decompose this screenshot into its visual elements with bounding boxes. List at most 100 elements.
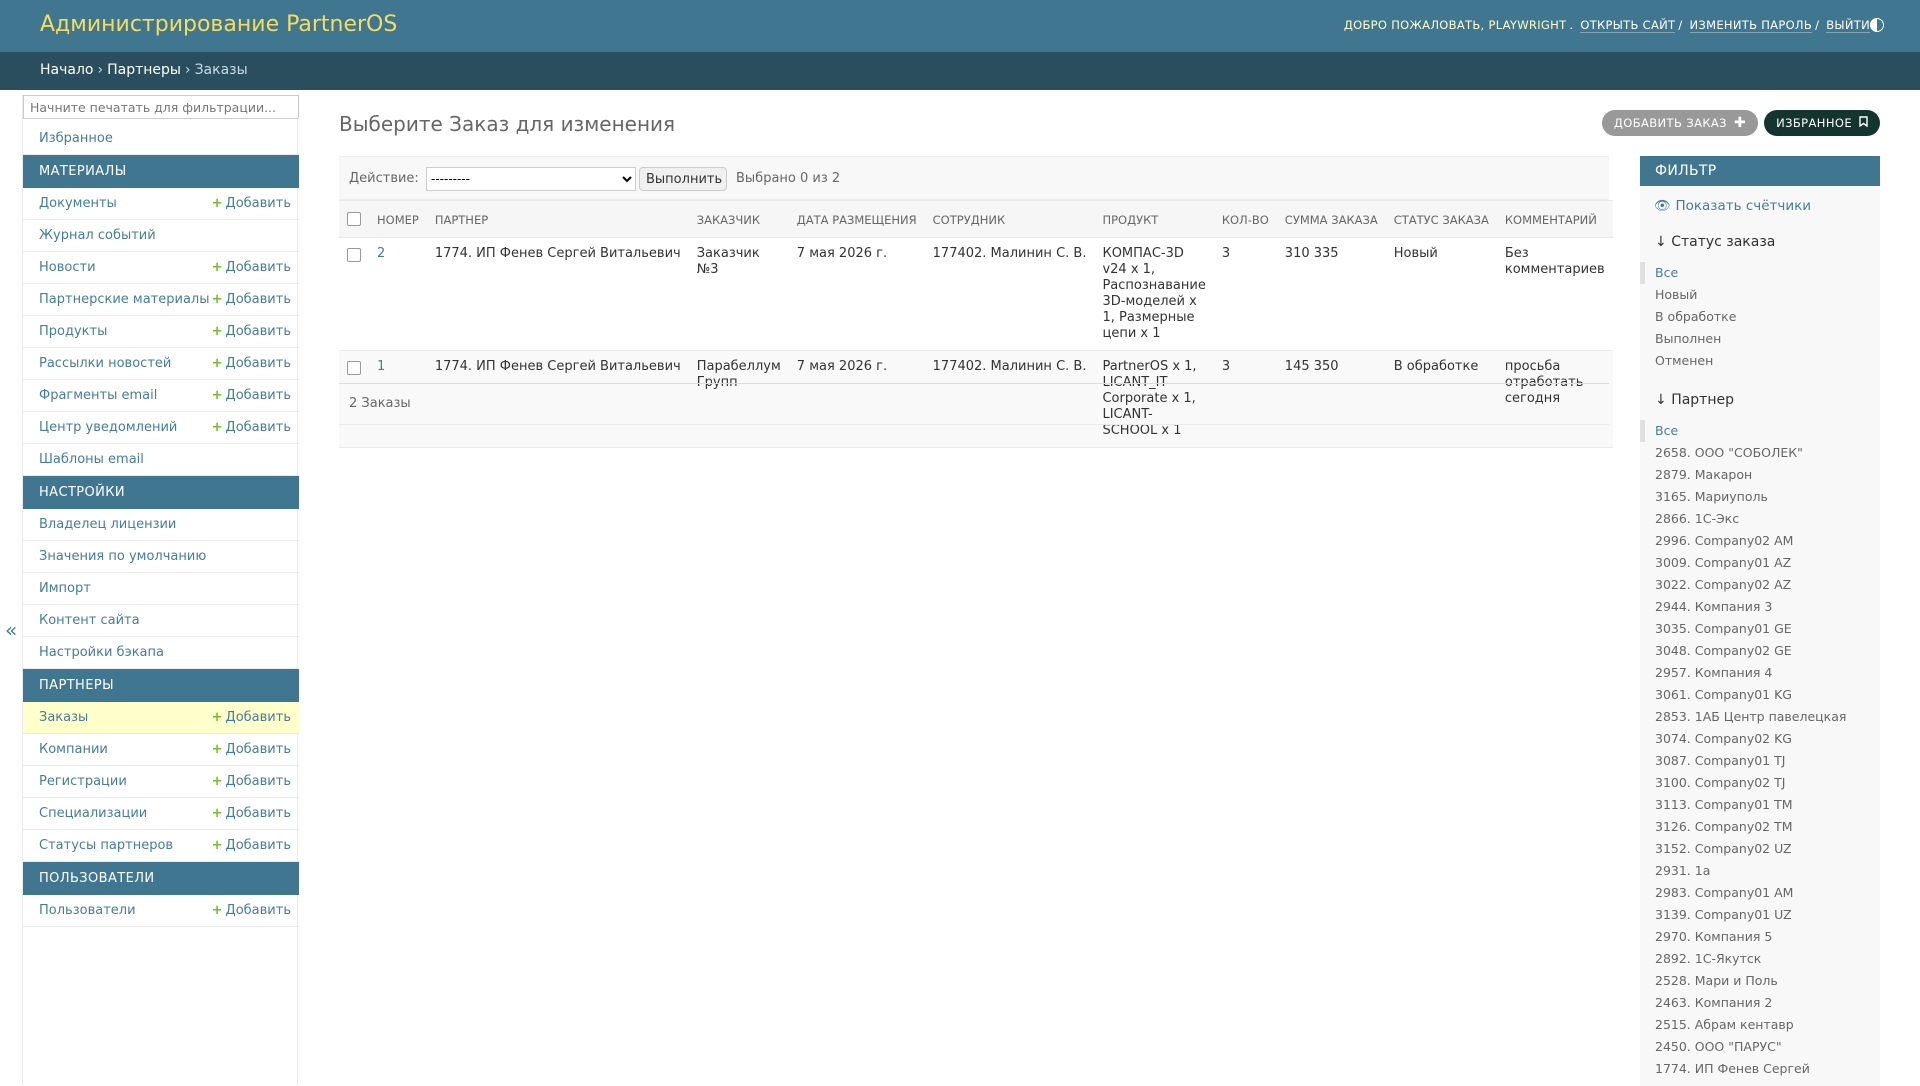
sidebar-item[interactable]: Пользователи + Добавить bbox=[23, 895, 299, 927]
partner-filter-option[interactable]: 3061. Company01 KG bbox=[1640, 684, 1880, 706]
view-site-link[interactable]: Открыть сайт bbox=[1580, 18, 1676, 33]
sidebar-item[interactable]: Статусы партнеров + Добавить bbox=[23, 830, 299, 862]
sidebar-add-link[interactable]: + Добавить bbox=[212, 766, 291, 798]
sidebar-item-label[interactable]: Центр уведомлений bbox=[39, 412, 177, 444]
sidebar-item[interactable]: Журнал событий bbox=[23, 220, 299, 252]
sidebar-item-label[interactable]: Настройки бэкапа bbox=[39, 637, 164, 669]
sidebar-add-link[interactable]: + Добавить bbox=[212, 895, 291, 927]
column-header[interactable]: Сумма заказа bbox=[1276, 200, 1386, 238]
sidebar-item-favorites[interactable]: Избранное bbox=[23, 123, 299, 155]
run-action-button[interactable]: Выполнить bbox=[639, 167, 727, 191]
partner-filter-option[interactable]: 1774. ИП Фенев Сергей bbox=[1640, 1058, 1880, 1080]
sidebar-item-label[interactable]: Избранное bbox=[39, 123, 113, 155]
sidebar-item-label[interactable]: Продукты bbox=[39, 316, 107, 348]
partner-filter-option[interactable]: 3126. Company02 TM bbox=[1640, 816, 1880, 838]
sidebar-item-label[interactable]: Контент сайта bbox=[39, 605, 140, 637]
sidebar-item-label[interactable]: Заказы bbox=[39, 702, 88, 734]
partner-filter-option[interactable]: 2957. Компания 4 bbox=[1640, 662, 1880, 684]
sidebar-item[interactable]: Регистрации + Добавить bbox=[23, 766, 299, 798]
logout-link[interactable]: Выйти bbox=[1826, 18, 1870, 33]
favorites-button[interactable]: Избранное bbox=[1764, 110, 1880, 136]
partner-filter-option[interactable]: 3139. Company01 UZ bbox=[1640, 904, 1880, 926]
sidebar-item[interactable]: Документы + Добавить bbox=[23, 188, 299, 220]
sidebar-add-link[interactable]: + Добавить bbox=[212, 734, 291, 766]
sidebar-section-caption[interactable]: Партнеры bbox=[23, 669, 299, 702]
sidebar-item[interactable]: Фрагменты email + Добавить bbox=[23, 380, 299, 412]
partner-filter-option[interactable]: 3165. Мариуполь bbox=[1640, 486, 1880, 508]
partner-filter-option[interactable]: 3074. Company02 KG bbox=[1640, 728, 1880, 750]
sidebar-item[interactable]: Новости + Добавить bbox=[23, 252, 299, 284]
partner-filter-option[interactable]: 2463. Компания 2 bbox=[1640, 992, 1880, 1014]
partner-filter-option[interactable]: 3113. Company01 TM bbox=[1640, 794, 1880, 816]
partner-filter-option[interactable]: 2996. Company02 AM bbox=[1640, 530, 1880, 552]
column-header[interactable]: Продукт bbox=[1094, 200, 1214, 238]
partner-filter-option[interactable]: 3009. Company01 AZ bbox=[1640, 552, 1880, 574]
order-number-link[interactable]: 2 bbox=[377, 246, 385, 261]
sidebar-add-link[interactable]: + Добавить bbox=[212, 798, 291, 830]
sidebar-add-link[interactable]: + Добавить bbox=[212, 412, 291, 444]
show-counts-link[interactable]: 👁 Показать счётчики bbox=[1654, 198, 1811, 214]
partner-filter-option[interactable]: 2658. ООО "СОБОЛЕК" bbox=[1640, 442, 1880, 464]
sidebar-item-label[interactable]: Журнал событий bbox=[39, 220, 156, 252]
column-header[interactable]: Партнер bbox=[426, 200, 689, 238]
action-select[interactable]: --------- bbox=[426, 167, 636, 191]
partner-filter-option[interactable]: 2528. Мари и Поль bbox=[1640, 970, 1880, 992]
status-filter-option[interactable]: Выполнен bbox=[1640, 328, 1880, 350]
row-checkbox[interactable] bbox=[347, 361, 361, 375]
sidebar-item-label[interactable]: Специализации bbox=[39, 798, 147, 830]
change-password-link[interactable]: Изменить пароль bbox=[1689, 18, 1813, 33]
sidebar-add-link[interactable]: + Добавить bbox=[212, 348, 291, 380]
sidebar-item-label[interactable]: Документы bbox=[39, 188, 117, 220]
status-filter-option[interactable]: Отменен bbox=[1640, 350, 1880, 372]
partner-filter-option[interactable]: 2983. Company01 AM bbox=[1640, 882, 1880, 904]
sidebar-item[interactable]: Компании + Добавить bbox=[23, 734, 299, 766]
order-number-link[interactable]: 1 bbox=[377, 359, 385, 374]
sidebar-item[interactable]: Значения по умолчанию bbox=[23, 541, 299, 573]
partner-filter-option[interactable]: 3087. Company01 TJ bbox=[1640, 750, 1880, 772]
partner-filter-option[interactable]: 3152. Company02 UZ bbox=[1640, 838, 1880, 860]
sidebar-item-label[interactable]: Рассылки новостей bbox=[39, 348, 171, 380]
column-header[interactable]: Дата размещения bbox=[788, 200, 925, 238]
sidebar-add-link[interactable]: + Добавить bbox=[212, 830, 291, 862]
sidebar-item[interactable]: Центр уведомлений + Добавить bbox=[23, 412, 299, 444]
partner-filter-option[interactable]: 2866. 1С-Экс bbox=[1640, 508, 1880, 530]
status-filter-option[interactable]: В обработке bbox=[1640, 306, 1880, 328]
sidebar-item[interactable]: Специализации + Добавить bbox=[23, 798, 299, 830]
sidebar-section-caption[interactable]: Пользователи bbox=[23, 862, 299, 895]
status-filter-option[interactable]: Новый bbox=[1640, 284, 1880, 306]
column-header[interactable]: Заказчик bbox=[688, 200, 789, 238]
status-filter-option[interactable]: Все bbox=[1640, 262, 1880, 284]
theme-toggle-icon[interactable] bbox=[1870, 18, 1884, 32]
column-header[interactable]: Кол-во bbox=[1213, 200, 1277, 238]
partner-filter-option[interactable]: 2970. Компания 5 bbox=[1640, 926, 1880, 948]
sidebar-add-link[interactable]: + Добавить bbox=[212, 284, 291, 316]
partner-filter-title[interactable]: ↓ Партнер bbox=[1655, 392, 1734, 408]
column-header[interactable]: Сотрудник bbox=[924, 200, 1095, 238]
sidebar-add-link[interactable]: + Добавить bbox=[212, 188, 291, 220]
partner-filter-option[interactable]: 3048. Company02 GE bbox=[1640, 640, 1880, 662]
status-filter-title[interactable]: ↓ Статус заказа bbox=[1655, 234, 1775, 250]
sidebar-section-caption[interactable]: Настройки bbox=[23, 476, 299, 509]
partner-filter-option[interactable]: 2853. 1АБ Центр павелецкая bbox=[1640, 706, 1880, 728]
partner-filter-option[interactable]: 2515. Абрам кентавр bbox=[1640, 1014, 1880, 1036]
breadcrumb-partners[interactable]: Партнеры bbox=[107, 62, 181, 78]
sidebar-item-label[interactable]: Значения по умолчанию bbox=[39, 541, 206, 573]
site-title[interactable]: Администрирование PartnerOS bbox=[40, 12, 397, 37]
sidebar-section-caption[interactable]: Материалы bbox=[23, 155, 299, 188]
sidebar-item[interactable]: Настройки бэкапа bbox=[23, 637, 299, 669]
sidebar-item[interactable]: Партнерские материалы + Добавить bbox=[23, 284, 299, 316]
sidebar-item-label[interactable]: Регистрации bbox=[39, 766, 127, 798]
sidebar-item[interactable]: Импорт bbox=[23, 573, 299, 605]
partner-filter-option[interactable]: 3035. Company01 GE bbox=[1640, 618, 1880, 640]
sidebar-add-link[interactable]: + Добавить bbox=[212, 316, 291, 348]
sidebar-item-label[interactable]: Фрагменты email bbox=[39, 380, 157, 412]
sidebar-item[interactable]: Заказы + Добавить bbox=[23, 702, 299, 734]
sidebar-item[interactable]: Шаблоны email bbox=[23, 444, 299, 476]
sidebar-item-label[interactable]: Шаблоны email bbox=[39, 444, 144, 476]
partner-filter-option[interactable]: 3022. Company02 AZ bbox=[1640, 574, 1880, 596]
sidebar-item-label[interactable]: Владелец лицензии bbox=[39, 509, 176, 541]
nav-filter-input[interactable] bbox=[23, 95, 299, 119]
sidebar-item[interactable]: Владелец лицензии bbox=[23, 509, 299, 541]
sidebar-item[interactable]: Рассылки новостей + Добавить bbox=[23, 348, 299, 380]
breadcrumb-home[interactable]: Начало bbox=[40, 62, 93, 78]
